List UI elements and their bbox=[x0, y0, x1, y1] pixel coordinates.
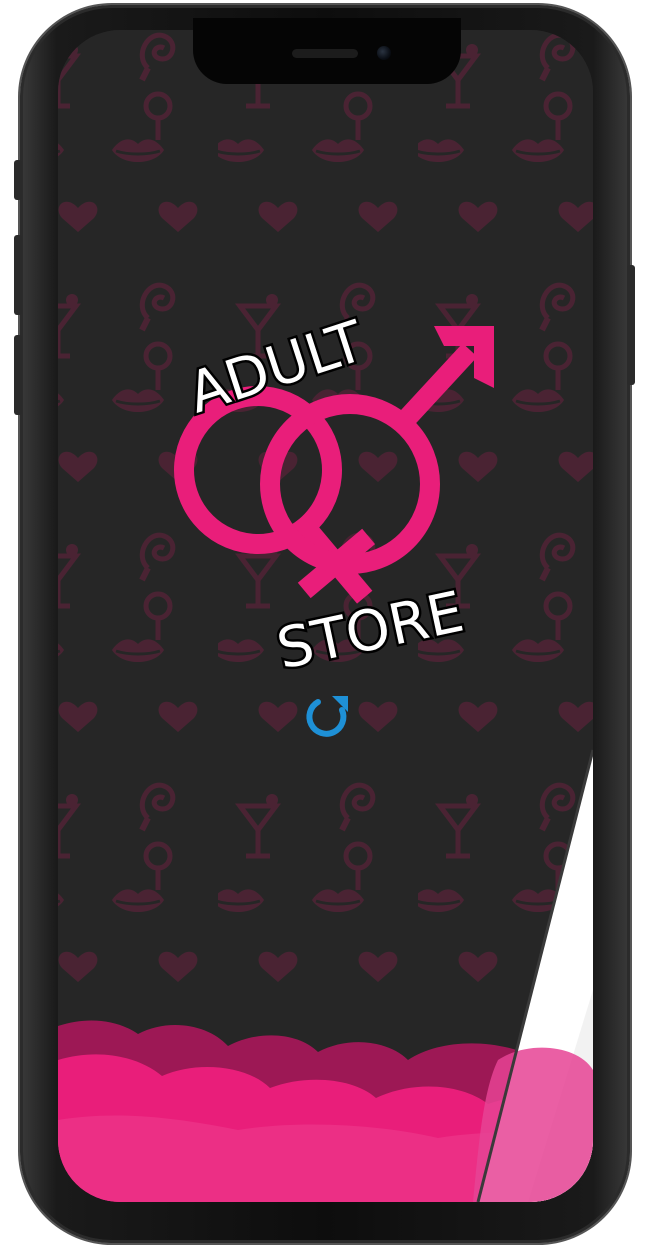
splash-screen-mockup: ADULT STORE bbox=[0, 0, 649, 1249]
volume-down-button bbox=[14, 335, 22, 415]
mute-switch bbox=[14, 160, 22, 200]
front-camera bbox=[377, 46, 391, 60]
volume-up-button bbox=[14, 235, 22, 315]
earpiece-speaker bbox=[292, 49, 358, 58]
splash-canvas: ADULT STORE bbox=[58, 30, 593, 1202]
app-screen: ADULT STORE bbox=[58, 30, 593, 1202]
power-button bbox=[627, 265, 635, 385]
background-pattern bbox=[58, 30, 593, 1030]
